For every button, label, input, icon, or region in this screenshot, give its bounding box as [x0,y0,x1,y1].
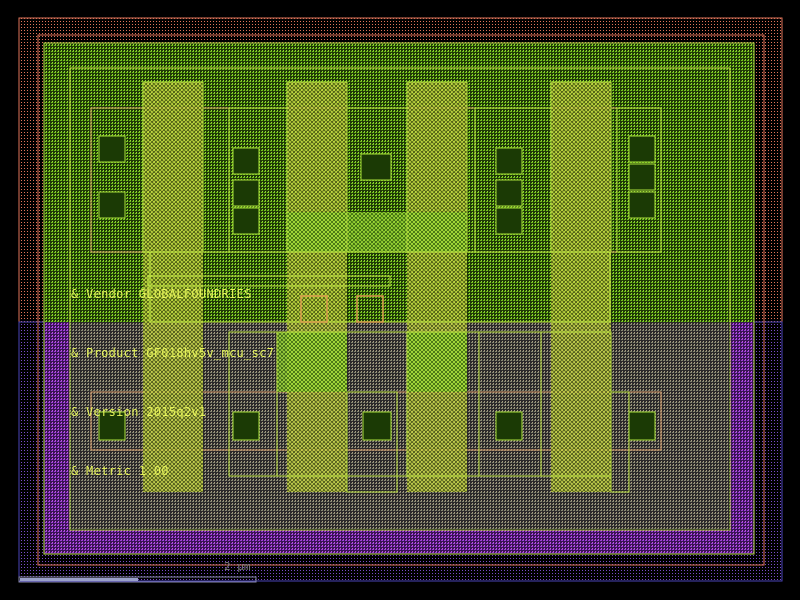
poly-gate-2 [287,82,347,492]
poly-gate-4 [551,82,611,492]
metric-label: & Metric 1.00 [71,464,169,478]
vendor-label: & Vendor GLOBALFOUNDRIES [71,287,252,301]
product-label: & Product GF018hv5v_mcu_sc7 [71,346,275,360]
metal-strap-4 [407,332,467,392]
metal-strap-2 [407,212,467,252]
poly-gate-3 [407,82,467,492]
metal-strap-3 [277,332,347,392]
scale-bar-fill [20,578,138,581]
version-label: & Version 2015q2v1 [71,405,207,419]
scale-bar-label: 2 µm [224,560,251,573]
